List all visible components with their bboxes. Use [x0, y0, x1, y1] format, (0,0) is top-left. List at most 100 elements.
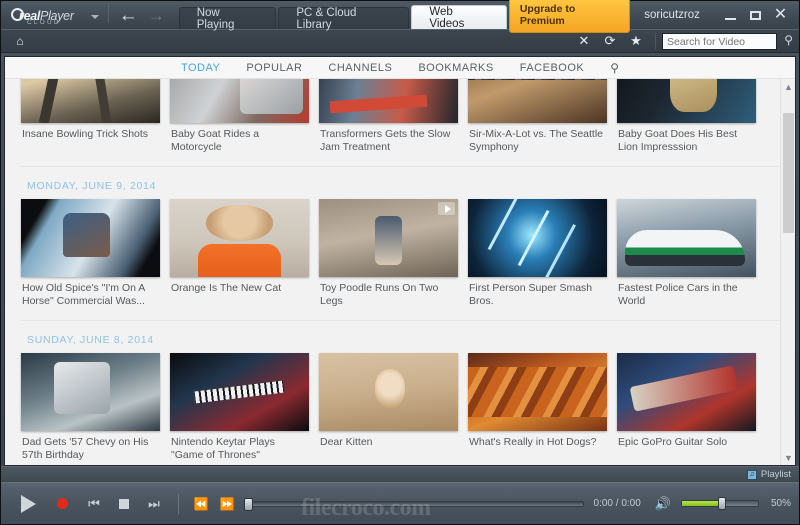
- video-card[interactable]: Toy Poodle Runs On Two Legs: [319, 199, 458, 308]
- video-thumbnail[interactable]: [617, 79, 756, 123]
- video-thumbnail[interactable]: [170, 79, 309, 123]
- close-icon: ✕: [773, 6, 788, 23]
- video-rows: Insane Bowling Trick Shots Baby Goat Rid…: [5, 79, 795, 465]
- video-thumbnail[interactable]: [617, 353, 756, 431]
- search-input[interactable]: [662, 33, 777, 51]
- video-card[interactable]: Nintendo Keytar Plays "Game of Thrones": [170, 353, 309, 462]
- date-header: SUNDAY, JUNE 8, 2014: [27, 334, 154, 346]
- playlist-strip: ♫ Playlist: [1, 466, 799, 482]
- video-thumbnail[interactable]: [468, 353, 607, 431]
- rewind-button[interactable]: ⏪: [188, 497, 214, 511]
- video-card[interactable]: Transformers Gets the Slow Jam Treatment: [319, 79, 458, 154]
- scroll-up-arrow-icon[interactable]: ▲: [781, 79, 795, 94]
- maximize-button[interactable]: [743, 2, 768, 28]
- navigation-arrows: ← →: [113, 6, 179, 25]
- video-card[interactable]: Orange Is The New Cat: [170, 199, 309, 308]
- video-scroll-area: Insane Bowling Trick Shots Baby Goat Rid…: [5, 79, 795, 465]
- search-box: ⚲: [662, 32, 793, 51]
- video-card[interactable]: Sir-Mix-A-Lot vs. The Seattle Symphony: [468, 79, 607, 154]
- nav-tab-channels[interactable]: CHANNELS: [328, 62, 392, 74]
- video-thumbnail[interactable]: [21, 79, 160, 123]
- nav-tab-bookmarks[interactable]: BOOKMARKS: [418, 62, 493, 74]
- video-card[interactable]: First Person Super Smash Bros.: [468, 199, 607, 308]
- username-label[interactable]: soricutzroz: [644, 9, 700, 21]
- video-title: Dear Kitten: [320, 436, 373, 448]
- video-card[interactable]: Dear Kitten: [319, 353, 458, 462]
- video-thumbnail[interactable]: [21, 353, 160, 431]
- toolbar-right: ✕ ⟳ ★ ⚲: [571, 31, 793, 51]
- stop-button[interactable]: [109, 499, 139, 509]
- back-arrow-icon[interactable]: ←: [119, 6, 138, 25]
- tab-web-videos[interactable]: Web Videos: [411, 5, 507, 30]
- video-card[interactable]: What's Really in Hot Dogs?: [468, 353, 607, 462]
- playlist-button[interactable]: ♫ Playlist: [746, 469, 791, 480]
- playlist-icon: ♫: [746, 469, 757, 480]
- stop-icon[interactable]: ✕: [571, 31, 597, 51]
- video-card[interactable]: Baby Goat Rides a Motorcycle: [170, 79, 309, 154]
- browser-toolbar: ⌂ ✕ ⟳ ★ ⚲: [1, 29, 799, 53]
- video-thumbnail[interactable]: [170, 199, 309, 277]
- main-tabs: Now Playing PC & Cloud Library Web Video…: [178, 1, 509, 31]
- day-group-0: Insane Bowling Trick Shots Baby Goat Rid…: [5, 79, 795, 167]
- video-thumbnail[interactable]: [468, 199, 607, 277]
- seek-thumb[interactable]: [244, 497, 253, 511]
- video-card[interactable]: Epic GoPro Guitar Solo: [617, 353, 756, 462]
- video-title: Dad Gets '57 Chevy on His 57th Birthday: [22, 436, 149, 461]
- chevron-down-icon[interactable]: [90, 15, 99, 19]
- video-card[interactable]: Baby Goat Does His Best Lion Impresssion: [617, 79, 756, 154]
- tab-now-playing[interactable]: Now Playing: [178, 7, 277, 31]
- video-grid-1: How Old Spice's "I'm On A Horse" Commerc…: [21, 199, 779, 308]
- play-overlay-icon[interactable]: [438, 202, 455, 215]
- volume-thumb[interactable]: [717, 497, 726, 510]
- nav-search-icon[interactable]: ⚲: [610, 61, 619, 75]
- refresh-icon[interactable]: ⟳: [597, 31, 623, 51]
- video-card[interactable]: How Old Spice's "I'm On A Horse" Commerc…: [21, 199, 160, 308]
- video-title: Insane Bowling Trick Shots: [22, 128, 149, 140]
- video-thumbnail[interactable]: [468, 79, 607, 123]
- date-header: MONDAY, JUNE 9, 2014: [27, 180, 157, 192]
- seek-slider[interactable]: [244, 497, 584, 511]
- video-thumbnail[interactable]: [170, 353, 309, 431]
- close-button[interactable]: ✕: [768, 2, 793, 28]
- video-grid-2: Dad Gets '57 Chevy on His 57th Birthday …: [21, 353, 779, 462]
- video-title: Fastest Police Cars in the World: [618, 282, 738, 307]
- minimize-button[interactable]: [718, 2, 743, 28]
- play-button[interactable]: [11, 495, 45, 513]
- upgrade-to-premium-button[interactable]: Upgrade to Premium: [508, 0, 631, 33]
- logo-cloud-text: CLOUD: [27, 19, 61, 27]
- search-icon[interactable]: ⚲: [784, 33, 793, 47]
- forward-arrow-icon[interactable]: →: [148, 7, 165, 24]
- video-card[interactable]: Fastest Police Cars in the World: [617, 199, 756, 308]
- toolbar-divider: [655, 33, 656, 49]
- video-thumbnail[interactable]: [617, 199, 756, 277]
- fast-forward-button[interactable]: ⏩: [214, 497, 240, 511]
- video-thumbnail[interactable]: [319, 199, 458, 277]
- record-button[interactable]: [45, 498, 79, 509]
- day-group-1: MONDAY, JUNE 9, 2014 How Old Spice's "I'…: [5, 167, 795, 321]
- video-card[interactable]: Dad Gets '57 Chevy on His 57th Birthday: [21, 353, 160, 462]
- home-icon[interactable]: ⌂: [7, 34, 33, 48]
- video-thumbnail[interactable]: [319, 79, 458, 123]
- video-title: Nintendo Keytar Plays "Game of Thrones": [171, 436, 275, 461]
- speaker-icon[interactable]: 🔊: [655, 496, 671, 512]
- bookmark-star-icon[interactable]: ★: [623, 31, 649, 51]
- player-divider: [178, 493, 179, 514]
- video-thumbnail[interactable]: [319, 353, 458, 431]
- tab-pc-cloud-library[interactable]: PC & Cloud Library: [278, 7, 410, 31]
- video-card[interactable]: Insane Bowling Trick Shots: [21, 79, 160, 154]
- volume-slider[interactable]: [680, 497, 759, 510]
- realplayer-window: real Player CLOUD ← → Now Playing PC & C…: [0, 0, 800, 525]
- nav-tab-popular[interactable]: POPULAR: [246, 62, 302, 74]
- vertical-scrollbar[interactable]: ▲ ▼: [780, 79, 795, 465]
- previous-button[interactable]: ⏮: [79, 496, 109, 512]
- player-controls-bar: ⏮ ⏭ ⏪ ⏩ 0:00 / 0:00 🔊 50%: [1, 482, 799, 524]
- nav-tab-today[interactable]: TODAY: [181, 62, 220, 74]
- video-thumbnail[interactable]: [21, 199, 160, 277]
- app-logo[interactable]: real Player CLOUD: [1, 1, 108, 29]
- video-title: What's Really in Hot Dogs?: [469, 436, 597, 448]
- scrollbar-thumb[interactable]: [783, 113, 794, 233]
- next-button[interactable]: ⏭: [139, 496, 169, 512]
- scroll-down-arrow-icon[interactable]: ▼: [781, 450, 795, 465]
- titlebar-divider: [107, 3, 109, 23]
- nav-tab-facebook[interactable]: FACEBOOK: [520, 62, 585, 74]
